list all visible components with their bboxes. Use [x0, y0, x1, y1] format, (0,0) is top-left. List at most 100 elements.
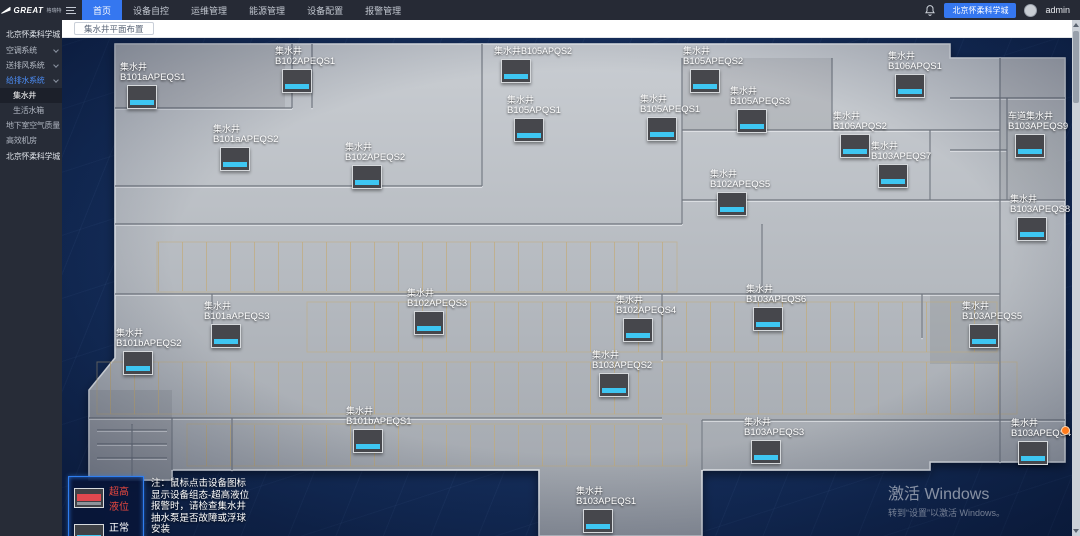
floor-plan: [62, 38, 1080, 536]
sump-pit-marker[interactable]: 集水井 B103APEQS7: [871, 141, 931, 188]
sidebar-item[interactable]: 北京怀柔科学城: [0, 148, 62, 165]
marker-code: B105APEQS1: [640, 105, 700, 116]
sidebar-item[interactable]: 给排水系统: [0, 73, 62, 88]
sump-pit-level-icon[interactable]: [599, 373, 629, 397]
sump-pit-level-icon[interactable]: [717, 192, 747, 216]
sump-pit-marker[interactable]: 车道集水井 B103APEQS9: [1008, 111, 1068, 158]
sump-pit-level-icon[interactable]: [753, 307, 783, 331]
sidebar-item[interactable]: 高效机房: [0, 133, 62, 148]
sump-pit-level-icon[interactable]: [878, 164, 908, 188]
scroll-up-arrow-icon[interactable]: [1072, 20, 1080, 30]
sump-pit-marker[interactable]: 集水井 B101aAPEQS2: [213, 124, 279, 171]
sump-pit-level-icon[interactable]: [282, 69, 312, 93]
sidebar-item[interactable]: 空调系统: [0, 43, 62, 58]
sidebar-item[interactable]: 送排风系统: [0, 58, 62, 73]
site-selector-button[interactable]: 北京怀柔科学城: [944, 3, 1016, 18]
sump-pit-marker[interactable]: 集水井 B102APEQS2: [345, 142, 405, 189]
sump-pit-level-icon[interactable]: [220, 147, 250, 171]
sump-pit-level-icon[interactable]: [690, 69, 720, 93]
sump-pit-marker[interactable]: 集水井 B102APEQS1: [275, 46, 335, 93]
username[interactable]: admin: [1045, 5, 1070, 15]
sidebar-item[interactable]: 生活水箱: [0, 103, 62, 118]
sump-pit-marker[interactable]: 集水井 B106APQS1: [888, 51, 942, 98]
sump-pit-marker[interactable]: 集水井 B102APEQS3: [407, 288, 467, 335]
sidebar-item[interactable]: 地下室空气质量: [0, 118, 62, 133]
sump-pit-marker[interactable]: 集水井 B103APEQS5: [962, 301, 1022, 348]
sump-pit-level-icon[interactable]: [211, 324, 241, 348]
sump-pit-marker[interactable]: 集水井 B105APEQS3: [730, 86, 790, 133]
sump-pit-marker[interactable]: 集水井 B101bAPEQS2: [116, 328, 182, 375]
nav-tab[interactable]: 设备自控: [122, 0, 180, 20]
sump-pit-level-icon[interactable]: [1017, 217, 1047, 241]
sump-pit-marker[interactable]: 集水井 B103APEQS2: [592, 350, 652, 397]
legend-note: 注：鼠标点击设备图标显示设备组态-超高液位报警时，请检查集水井抽水泵是否故障或浮…: [144, 476, 249, 536]
sump-pit-marker[interactable]: 集水井 B101bAPEQS1: [346, 406, 412, 453]
sump-pit-level-icon[interactable]: [623, 318, 653, 342]
sump-pit-marker[interactable]: 集水井 B103APEQS1: [576, 486, 636, 533]
sump-pit-marker[interactable]: 集水井B105APQS2: [494, 46, 572, 83]
marker-code: B103APEQS5: [962, 312, 1022, 323]
marker-name: 集水井: [1010, 194, 1070, 205]
marker-code: B103APEQS9: [1008, 122, 1068, 133]
marker-name: 集水井: [592, 350, 652, 361]
sump-pit-marker[interactable]: 集水井 B103APEQS6: [746, 284, 806, 331]
nav-tab[interactable]: 设备配置: [296, 0, 354, 20]
sump-pit-level-icon[interactable]: [123, 351, 153, 375]
marker-name: 集水井: [640, 94, 700, 105]
sump-pit-level-icon[interactable]: [501, 59, 531, 83]
sump-pit-marker[interactable]: 集水井 B105APQS1: [507, 95, 561, 142]
sump-pit-level-icon[interactable]: [840, 134, 870, 158]
sump-pit-level-icon[interactable]: [414, 311, 444, 335]
marker-name: 集水井: [346, 406, 412, 417]
sidebar-item[interactable]: 集水井: [0, 88, 62, 103]
marker-code: B103APEQS3: [744, 428, 804, 439]
sump-pit-level-icon[interactable]: [127, 85, 157, 109]
sump-pit-level-icon[interactable]: [583, 509, 613, 533]
nav-tab[interactable]: 首页: [82, 0, 122, 20]
sump-pit-level-icon[interactable]: [352, 165, 382, 189]
nav-tab[interactable]: 能源管理: [238, 0, 296, 20]
top-bar: GREAT 格瑞特 首页设备自控运维管理能源管理设备配置报警管理 北京怀柔科学城…: [0, 0, 1080, 20]
menu-toggle-icon[interactable]: [62, 0, 82, 20]
marker-name: 集水井: [744, 417, 804, 428]
sump-pit-marker[interactable]: 集水井 B103APEQS4: [1011, 418, 1071, 465]
chevron-down-icon: [53, 77, 59, 83]
marker-code: B101aAPEQS3: [204, 312, 270, 323]
sump-pit-marker[interactable]: 集水井 B102APEQS4: [616, 295, 676, 342]
alarm-pin-icon[interactable]: [1061, 426, 1070, 435]
marker-name: 集水井: [833, 111, 887, 122]
sump-pit-level-icon[interactable]: [969, 324, 999, 348]
floor-plan-map: 集水井 B101aAPEQS1 集水井 B102APEQS1 集水井B105AP…: [62, 38, 1080, 536]
sump-pit-level-icon[interactable]: [895, 74, 925, 98]
sump-pit-marker[interactable]: 集水井 B101aAPEQS3: [204, 301, 270, 348]
nav-tab[interactable]: 报警管理: [354, 0, 412, 20]
marker-code: B102APEQS2: [345, 153, 405, 164]
sump-pit-level-icon[interactable]: [737, 109, 767, 133]
vertical-scrollbar[interactable]: [1072, 20, 1080, 536]
sidebar: 北京怀柔科学城 空调系统 送排风系统 给排水系统 集水井 生活水箱 地下室空气质…: [0, 20, 62, 536]
nav-tab[interactable]: 运维管理: [180, 0, 238, 20]
marker-name: 集水井: [576, 486, 636, 497]
sump-pit-marker[interactable]: 集水井 B102APEQS5: [710, 169, 770, 216]
marker-code: B106APQS1: [888, 62, 942, 73]
view-tab-sump-plan[interactable]: 集水井平面布置: [74, 22, 154, 35]
sump-pit-level-icon[interactable]: [751, 440, 781, 464]
sump-pit-marker[interactable]: 集水井 B103APEQS8: [1010, 194, 1070, 241]
user-avatar[interactable]: [1024, 4, 1037, 17]
marker-name: 集水井: [962, 301, 1022, 312]
scrollbar-thumb[interactable]: [1073, 31, 1079, 103]
sump-pit-marker[interactable]: 集水井 B103APEQS3: [744, 417, 804, 464]
scroll-down-arrow-icon[interactable]: [1072, 526, 1080, 536]
marker-code: B106APQS2: [833, 122, 887, 133]
sump-pit-marker[interactable]: 集水井 B105APEQS1: [640, 94, 700, 141]
sump-pit-level-icon[interactable]: [1018, 441, 1048, 465]
sump-pit-marker[interactable]: 集水井 B101aAPEQS1: [120, 62, 186, 109]
sidebar-item[interactable]: 北京怀柔科学城: [0, 26, 62, 43]
note-line: 注：鼠标点击设备图标: [151, 478, 249, 490]
sump-pit-level-icon[interactable]: [353, 429, 383, 453]
notification-bell-icon[interactable]: [924, 4, 936, 17]
sump-pit-level-icon[interactable]: [647, 117, 677, 141]
sump-pit-level-icon[interactable]: [514, 118, 544, 142]
sump-pit-level-icon[interactable]: [1015, 134, 1045, 158]
logo-text: GREAT: [14, 6, 44, 15]
